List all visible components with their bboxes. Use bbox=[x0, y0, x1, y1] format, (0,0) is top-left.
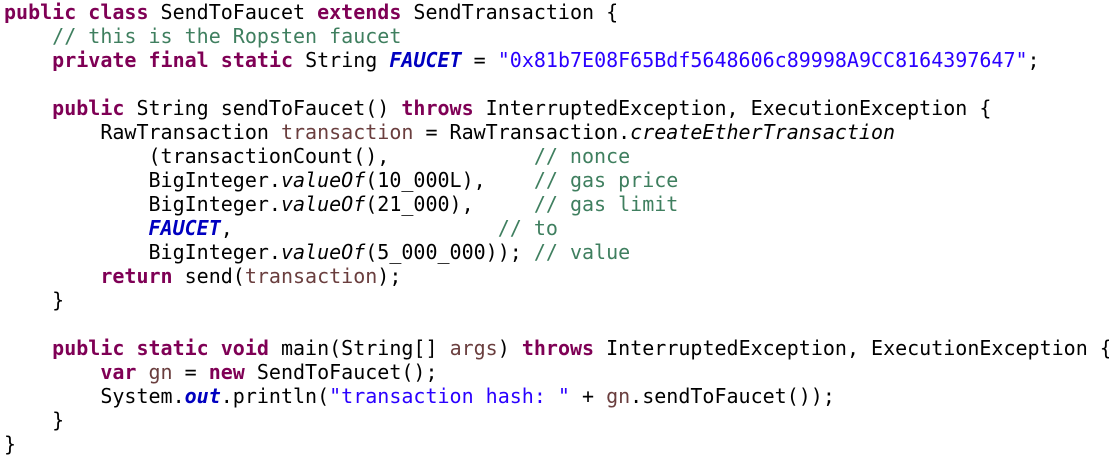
code-text: , bbox=[220, 216, 498, 240]
code-text: } bbox=[4, 408, 65, 432]
code-line[interactable]: BigInteger.valueOf(21_000), // gas limit bbox=[0, 192, 1109, 216]
keyword-token: new bbox=[208, 360, 245, 384]
keyword-token: var bbox=[100, 360, 137, 384]
keyword-token: private bbox=[52, 48, 137, 72]
code-line[interactable] bbox=[0, 312, 1109, 336]
comment-token: // gas limit bbox=[533, 192, 679, 216]
code-line[interactable]: // this is the Ropsten faucet bbox=[0, 24, 1109, 48]
code-text: InterruptedException, ExecutionException… bbox=[594, 336, 1109, 360]
comment-token: // nonce bbox=[533, 144, 631, 168]
code-text: ) bbox=[497, 336, 522, 360]
code-text: String sendToFaucet() bbox=[124, 96, 402, 120]
static-field-token: out bbox=[184, 384, 221, 408]
code-text: System. bbox=[4, 384, 185, 408]
code-text: BigInteger. bbox=[4, 240, 281, 264]
code-line[interactable]: public String sendToFaucet() throws Inte… bbox=[0, 96, 1109, 120]
code-line[interactable]: var gn = new SendToFaucet(); bbox=[0, 360, 1109, 384]
code-text: BigInteger. bbox=[4, 192, 281, 216]
static-method-token: valueOf bbox=[280, 240, 366, 264]
comment-token: // this is the Ropsten faucet bbox=[52, 24, 402, 48]
code-line[interactable]: return send(transaction); bbox=[0, 264, 1109, 288]
comment-token: // gas price bbox=[533, 168, 679, 192]
keyword-token: throws bbox=[401, 96, 474, 120]
code-text: + bbox=[569, 384, 607, 408]
code-text: InterruptedException, ExecutionException… bbox=[473, 96, 992, 120]
code-editor[interactable]: public class SendToFaucet extends SendTr… bbox=[0, 0, 1109, 459]
code-text: main(String[] bbox=[268, 336, 450, 360]
code-line[interactable]: RawTransaction transaction = RawTransact… bbox=[0, 120, 1109, 144]
local-variable-token: gn bbox=[606, 384, 631, 408]
code-text: RawTransaction bbox=[4, 120, 281, 144]
keyword-token: public bbox=[4, 0, 77, 24]
code-text: (5_000_000)); bbox=[365, 240, 534, 264]
code-text: SendToFaucet(); bbox=[244, 360, 438, 384]
local-variable-token: transaction bbox=[280, 120, 414, 144]
keyword-token: return bbox=[100, 264, 173, 288]
keyword-token: static bbox=[136, 336, 209, 360]
static-field-token: FAUCET bbox=[148, 216, 221, 240]
code-text: ; bbox=[1027, 48, 1040, 72]
code-text: String bbox=[293, 48, 390, 72]
code-text: BigInteger. bbox=[4, 168, 281, 192]
keyword-token: throws bbox=[521, 336, 595, 360]
keyword-token: void bbox=[220, 336, 269, 360]
code-text: (transactionCount(), bbox=[4, 144, 534, 168]
keyword-token: public bbox=[52, 336, 125, 360]
code-text: = bbox=[172, 360, 209, 384]
code-line[interactable]: System.out.println("transaction hash: " … bbox=[0, 384, 1109, 408]
keyword-token: final bbox=[148, 48, 209, 72]
code-line[interactable]: private final static String FAUCET = "0x… bbox=[0, 48, 1109, 72]
code-line[interactable]: (transactionCount(), // nonce bbox=[0, 144, 1109, 168]
comment-token: // to bbox=[497, 216, 558, 240]
code-text: SendToFaucet bbox=[148, 0, 318, 24]
code-text: (21_000), bbox=[365, 192, 534, 216]
static-field-token: FAUCET bbox=[389, 48, 462, 72]
code-line[interactable]: BigInteger.valueOf(5_000_000)); // value bbox=[0, 240, 1109, 264]
keyword-token: public bbox=[52, 96, 125, 120]
code-line[interactable]: public class SendToFaucet extends SendTr… bbox=[0, 0, 1109, 24]
code-text: = bbox=[461, 48, 498, 72]
code-text: .sendToFaucet()); bbox=[630, 384, 835, 408]
keyword-token: extends bbox=[317, 0, 402, 24]
static-method-token: createEtherTransaction bbox=[630, 120, 896, 144]
string-literal: "transaction hash: " bbox=[329, 384, 570, 408]
keyword-token: static bbox=[220, 48, 294, 72]
string-literal: "0x81b7E08F65Bdf5648606c89998A9CC8164397… bbox=[497, 48, 1028, 72]
code-text: send( bbox=[172, 264, 245, 288]
code-line[interactable]: FAUCET, // to bbox=[0, 216, 1109, 240]
local-variable-token: gn bbox=[148, 360, 173, 384]
code-text: = RawTransaction. bbox=[413, 120, 631, 144]
code-line[interactable]: BigInteger.valueOf(10_000L), // gas pric… bbox=[0, 168, 1109, 192]
code-line[interactable]: } bbox=[0, 288, 1109, 312]
code-line[interactable]: } bbox=[0, 408, 1109, 432]
code-line[interactable]: } bbox=[0, 432, 1109, 456]
code-line[interactable] bbox=[0, 72, 1109, 96]
code-text: SendTransaction { bbox=[401, 0, 619, 24]
code-text: ); bbox=[377, 264, 402, 288]
static-method-token: valueOf bbox=[280, 168, 366, 192]
local-variable-token: transaction bbox=[244, 264, 378, 288]
code-text: (10_000L), bbox=[365, 168, 534, 192]
code-text: } bbox=[4, 432, 17, 456]
code-text: } bbox=[4, 288, 65, 312]
code-line[interactable]: public static void main(String[] args) t… bbox=[0, 336, 1109, 360]
keyword-token: class bbox=[88, 0, 149, 24]
code-text: .println( bbox=[220, 384, 330, 408]
static-method-token: valueOf bbox=[280, 192, 366, 216]
comment-token: // value bbox=[533, 240, 631, 264]
local-variable-token: args bbox=[449, 336, 498, 360]
